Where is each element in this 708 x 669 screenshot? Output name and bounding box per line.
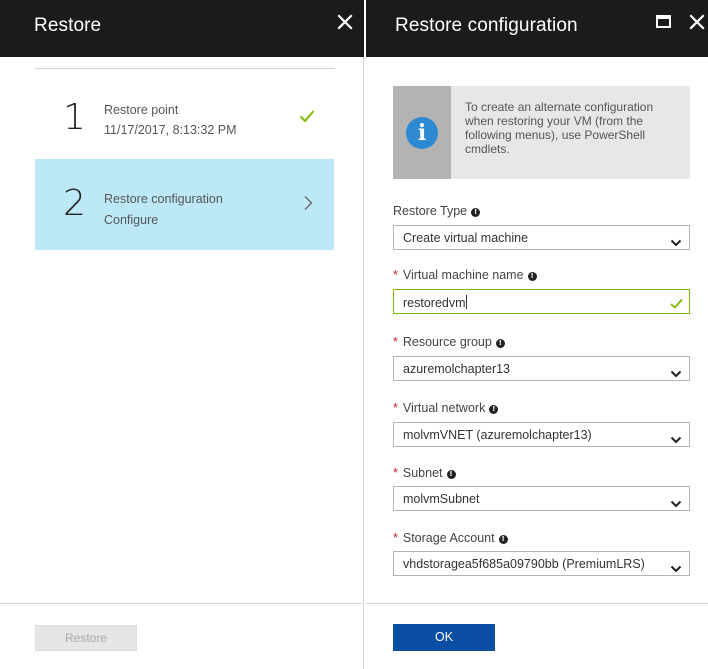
chevron-down-icon [670,495,682,513]
restore-blade: Restore 1 Restore point 11/17/2017, 8:13… [0,0,364,669]
info-icon[interactable]: ! [471,208,481,217]
resource-group-value: azuremolchapter13 [403,362,511,376]
info-icon[interactable]: ! [527,272,537,281]
required-marker: * [393,335,398,349]
resource-group-dropdown[interactable]: azuremolchapter13 [393,356,690,381]
step-restore-configuration[interactable]: 2 Restore configuration Configure [35,159,334,250]
step-restore-point[interactable]: 1 Restore point 11/17/2017, 8:13:32 PM [35,73,334,163]
vm-name-label: * Virtual machine name! [393,268,537,282]
chevron-down-icon [670,560,682,578]
vm-name-input[interactable]: restoredvm [393,289,690,314]
close-icon[interactable] [688,13,706,31]
info-icon[interactable]: ! [495,339,505,348]
step-number: 2 [63,183,86,224]
divider [35,68,335,69]
restore-configuration-blade: Restore configuration i To create an alt… [366,0,708,669]
virtual-network-dropdown[interactable]: molvmVNET (azuremolchapter13) [393,422,690,447]
config-blade-header: Restore configuration [366,0,708,57]
footer-divider [366,603,708,604]
required-marker: * [393,401,398,415]
info-icon-panel: i [393,86,451,179]
chevron-down-icon [670,365,682,383]
chevron-down-icon [670,431,682,449]
checkmark-icon [299,109,315,128]
chevron-down-icon [670,234,682,252]
restore-blade-title: Restore [34,15,102,36]
step-subtitle: 11/17/2017, 8:13:32 PM [104,123,237,137]
restore-button[interactable]: Restore [35,625,137,651]
info-banner: i To create an alternate configuration w… [393,86,690,179]
resource-group-label: * Resource group! [393,335,505,349]
storage-account-dropdown[interactable]: vhdstoragea5f685a09790bb (PremiumLRS) [393,551,690,576]
text-caret [465,295,467,309]
footer-divider [0,603,364,604]
info-icon[interactable]: ! [498,535,508,544]
chevron-right-icon [303,195,313,216]
storage-account-label: * Storage Account! [393,531,508,545]
checkmark-icon [670,296,683,314]
info-icon: i [406,117,438,149]
storage-account-value: vhdstoragea5f685a09790bb (PremiumLRS) [403,557,645,571]
config-blade-title: Restore configuration [395,15,578,36]
required-marker: * [393,268,398,282]
vm-name-value: restoredvm [403,296,466,310]
virtual-network-value: molvmVNET (azuremolchapter13) [403,428,592,442]
ok-button[interactable]: OK [393,624,495,651]
info-text: To create an alternate configuration whe… [465,100,654,156]
required-marker: * [393,466,398,480]
restore-type-dropdown[interactable]: Create virtual machine [393,225,690,250]
close-icon[interactable] [336,13,354,31]
restore-type-label: Restore Type! [393,204,481,218]
info-icon[interactable]: ! [489,405,499,414]
subnet-label: * Subnet! [393,466,456,480]
required-marker: * [393,531,398,545]
restore-blade-header: Restore [0,0,364,57]
subnet-value: molvmSubnet [403,492,480,506]
virtual-network-label: * Virtual network! [393,401,499,415]
step-title: Restore point [104,103,179,117]
step-subtitle: Configure [104,213,159,227]
info-icon[interactable]: ! [446,470,456,479]
restore-type-value: Create virtual machine [403,231,529,245]
step-title: Restore configuration [104,192,223,206]
step-number: 1 [63,97,86,138]
subnet-dropdown[interactable]: molvmSubnet [393,486,690,511]
maximize-icon[interactable] [655,14,673,30]
